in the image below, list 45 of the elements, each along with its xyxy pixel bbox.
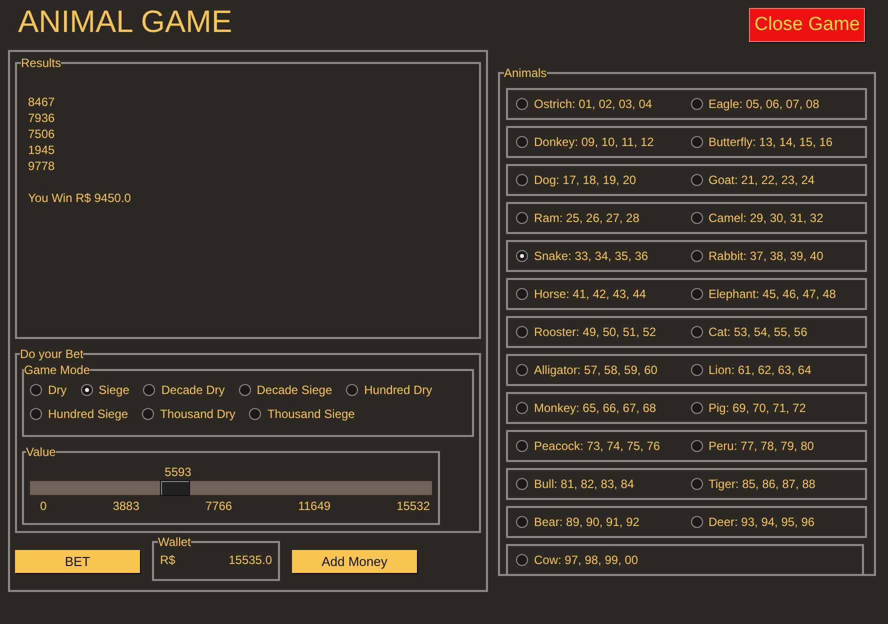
- slider-tick-label: 11649: [298, 499, 331, 513]
- game-mode-option[interactable]: Thousand Siege: [249, 407, 355, 421]
- slider-tick-label: 3883: [112, 499, 140, 513]
- bet-button[interactable]: BET: [15, 550, 140, 573]
- radio-label[interactable]: Hundred Dry: [364, 383, 432, 397]
- animal-option[interactable]: Bull: 81, 82, 83, 84: [516, 477, 634, 491]
- result-number: 7936: [28, 110, 56, 126]
- slider-reading: 5593: [164, 465, 192, 479]
- animal-option[interactable]: Pig: 69, 70, 71, 72: [690, 401, 806, 415]
- game-mode-option[interactable]: Thousand Dry: [142, 407, 236, 421]
- result-number: 7506: [28, 126, 56, 142]
- result-number: 1945: [28, 142, 56, 158]
- radio-label[interactable]: Dry: [48, 383, 67, 397]
- game-mode-option[interactable]: Dry: [30, 383, 67, 397]
- radio-label[interactable]: Decade Siege: [256, 383, 332, 397]
- radio-label[interactable]: Thousand Dry: [160, 407, 236, 421]
- radio-label[interactable]: Thousand Siege: [267, 407, 355, 421]
- add-money-button[interactable]: Add Money: [292, 550, 417, 573]
- wallet-amount: 15535.0: [228, 553, 272, 567]
- win-message: You Win R$ 9450.0: [28, 190, 132, 206]
- game-mode-option[interactable]: Siege: [80, 383, 130, 397]
- result-number: 9778: [28, 158, 56, 174]
- result-number: 8467: [28, 94, 56, 110]
- slider-tick-label: 0: [40, 499, 47, 513]
- currency-label: R$: [160, 553, 176, 567]
- app-title: ANIMAL GAME: [18, 4, 232, 40]
- value-label: Value: [26, 445, 56, 459]
- radio-label[interactable]: Cat: 53, 54, 55, 56: [708, 325, 808, 339]
- game-mode-option[interactable]: Hundred Dry: [346, 383, 432, 397]
- game-mode-option[interactable]: Hundred Siege: [30, 407, 128, 421]
- slider-tick-label: 7766: [205, 499, 232, 513]
- slider-tick-label: 15532: [396, 499, 430, 513]
- game-mode-option[interactable]: Decade Dry: [143, 383, 225, 397]
- results-label: Results: [21, 56, 62, 70]
- game-mode-label: Game Mode: [24, 363, 90, 377]
- bet-label: Do your Bet: [20, 347, 84, 361]
- radio-label[interactable]: Bull: 81, 82, 83, 84: [534, 477, 634, 491]
- radio-label[interactable]: Hundred Siege: [48, 407, 128, 421]
- animals-label: Animals: [504, 66, 547, 80]
- radio-label[interactable]: Decade Dry: [161, 383, 225, 397]
- wallet-label: Wallet: [158, 535, 191, 549]
- radio-label[interactable]: Pig: 69, 70, 71, 72: [708, 401, 806, 415]
- animal-option[interactable]: Cat: 53, 54, 55, 56: [690, 325, 808, 339]
- game-mode-option[interactable]: Decade Siege: [238, 383, 332, 397]
- radio-label[interactable]: Siege: [98, 383, 130, 397]
